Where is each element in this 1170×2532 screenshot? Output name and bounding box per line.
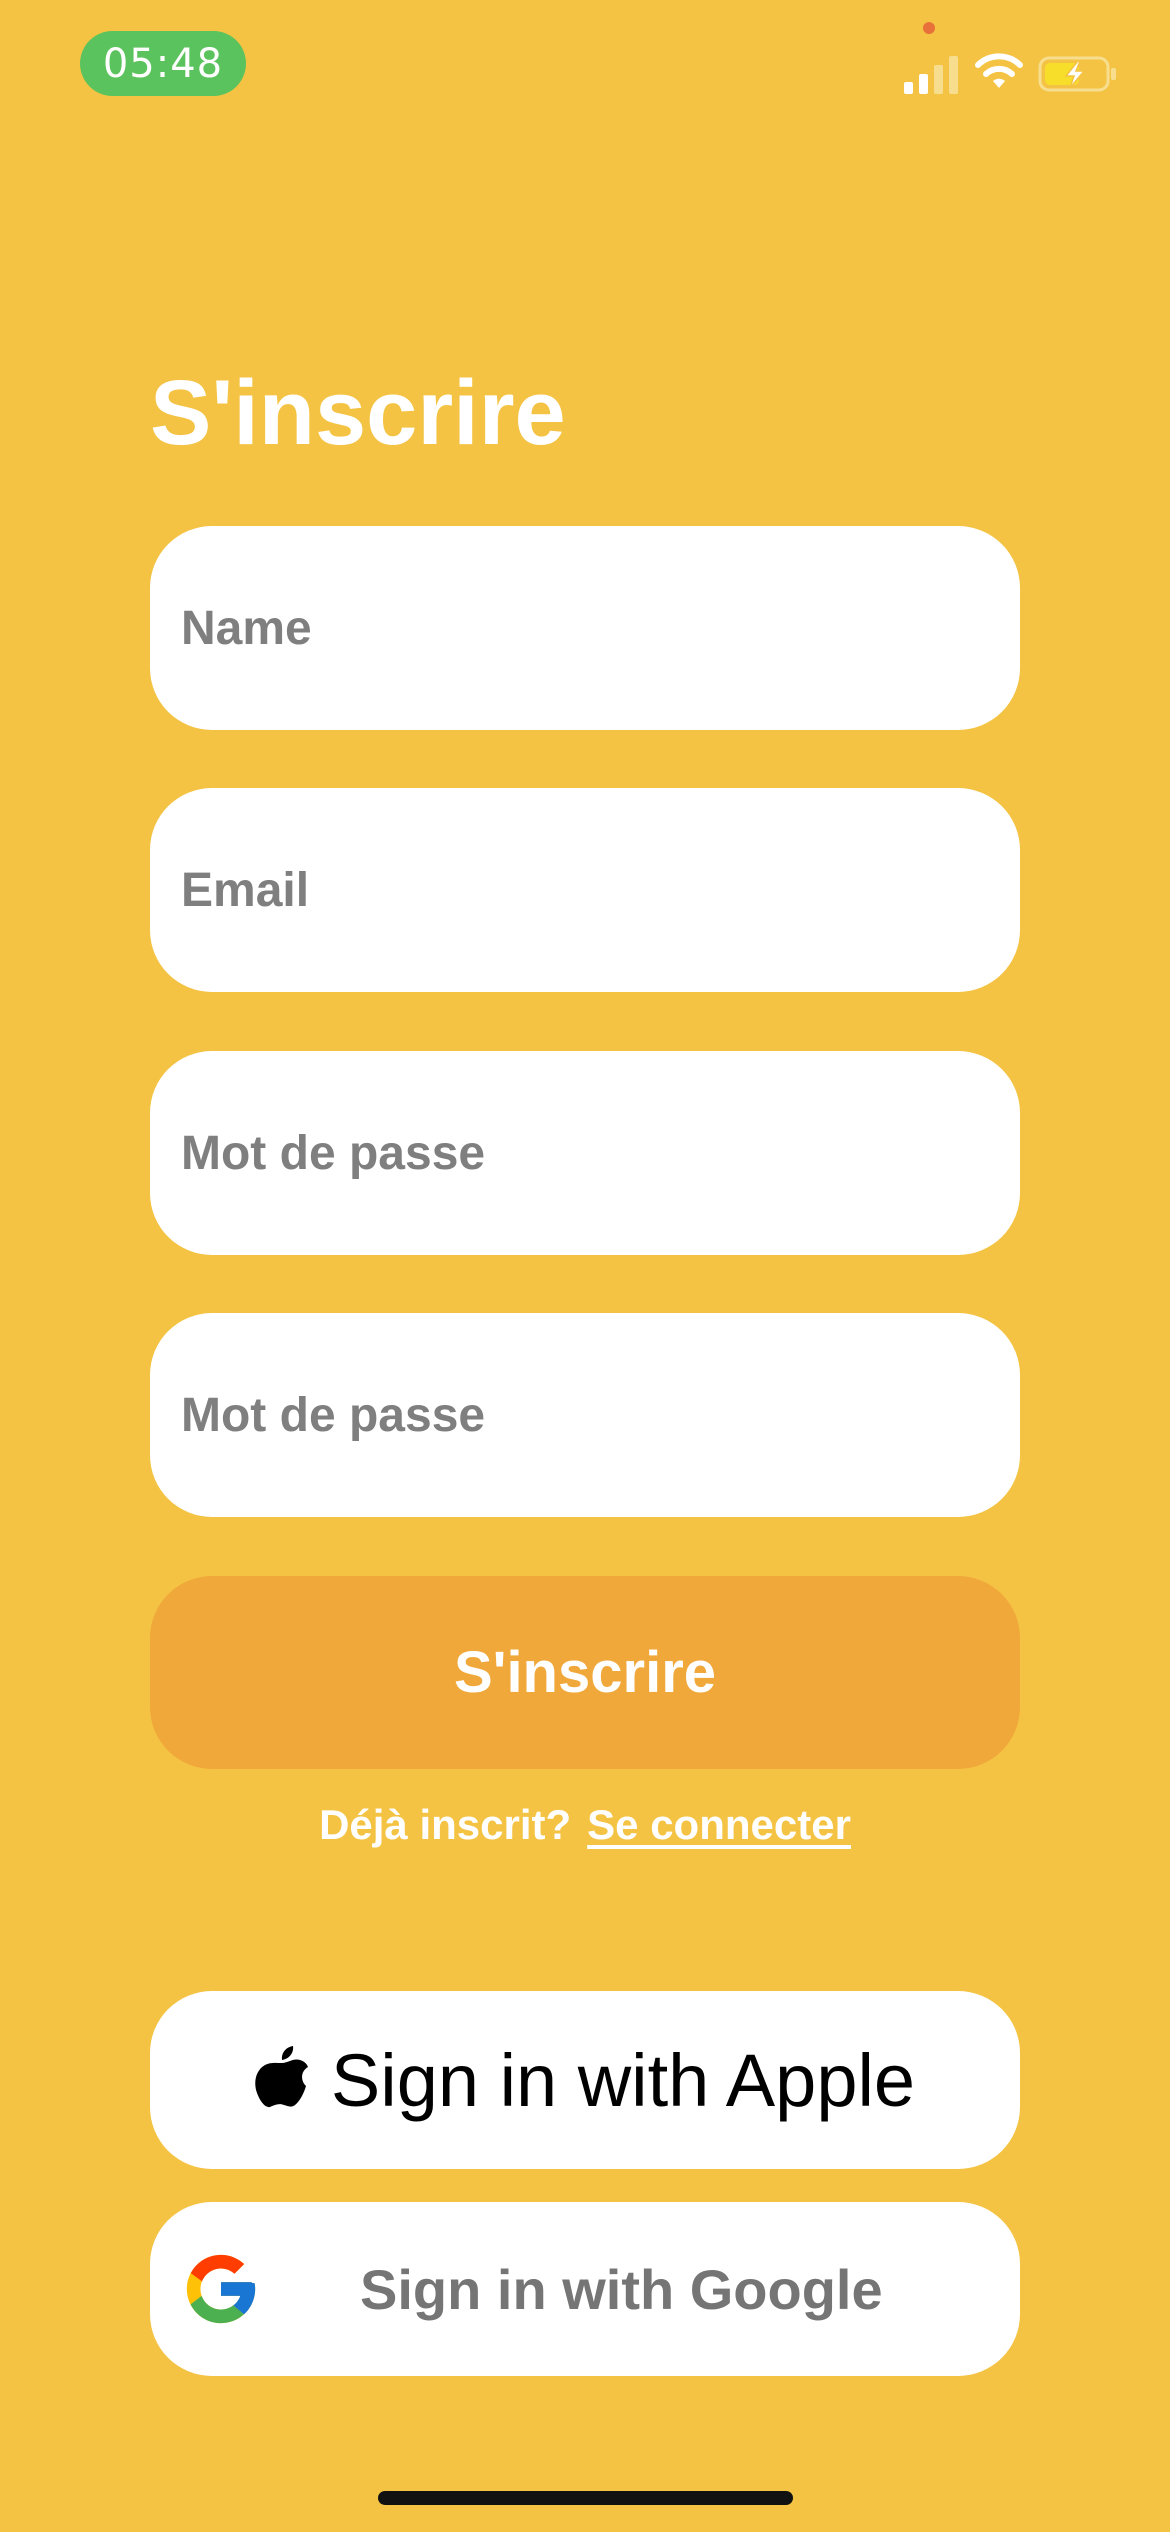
cellular-signal-icon [904,56,958,94]
apple-logo-icon [255,2046,308,2108]
email-input[interactable] [150,788,1020,992]
name-field-container [150,526,1020,730]
name-input[interactable] [150,526,1020,730]
login-prompt: Déjà inscrit? Se connecter [150,1795,1020,1855]
email-field-container [150,788,1020,992]
google-logo-icon [186,2254,256,2324]
apple-signin-label: Sign in with Apple [330,2038,916,2122]
status-time: 05:48 [80,31,246,96]
privacy-indicator-dot [923,22,935,34]
wifi-icon [975,53,1023,88]
password-input[interactable] [150,1051,1020,1255]
signup-button[interactable]: S'inscrire [150,1576,1020,1769]
login-link[interactable]: Se connecter [587,1801,851,1849]
confirm-password-field-container [150,1313,1020,1517]
google-signin-label: Sign in with Google [360,2257,883,2321]
password-field-container [150,1051,1020,1255]
page-title: S'inscrire [150,362,566,464]
battery-charging-icon [1038,56,1116,92]
home-indicator[interactable] [378,2491,793,2505]
confirm-password-input[interactable] [150,1313,1020,1517]
already-registered-text: Déjà inscrit? [319,1801,572,1848]
apple-signin-button[interactable]: Sign in with Apple [150,1991,1020,2169]
google-signin-button[interactable]: Sign in with Google [150,2202,1020,2376]
